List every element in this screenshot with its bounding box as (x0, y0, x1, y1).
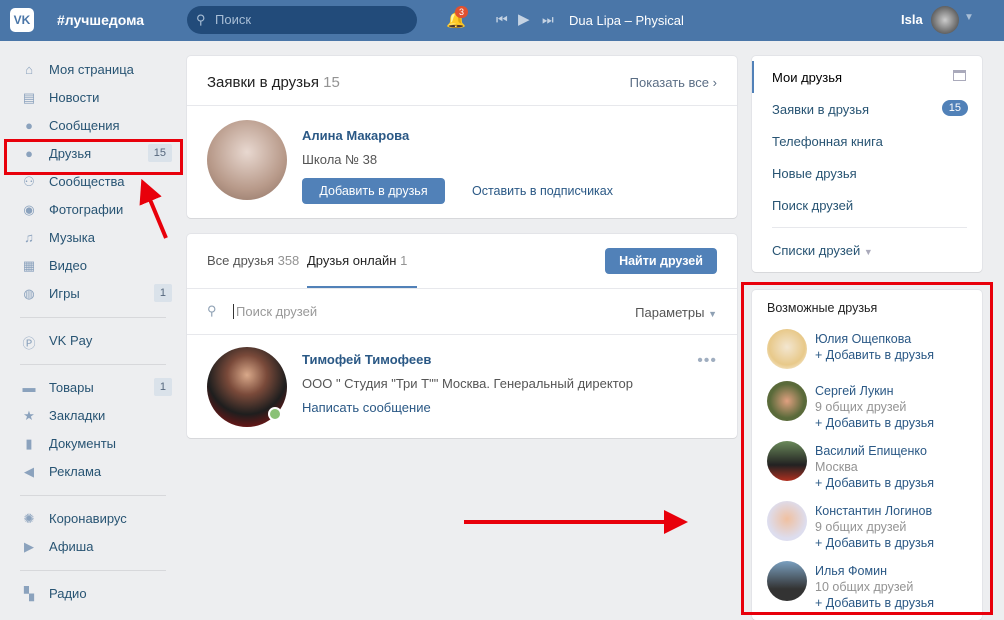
annotation-arrows (139, 178, 688, 534)
arrow-to-friends (139, 178, 168, 239)
